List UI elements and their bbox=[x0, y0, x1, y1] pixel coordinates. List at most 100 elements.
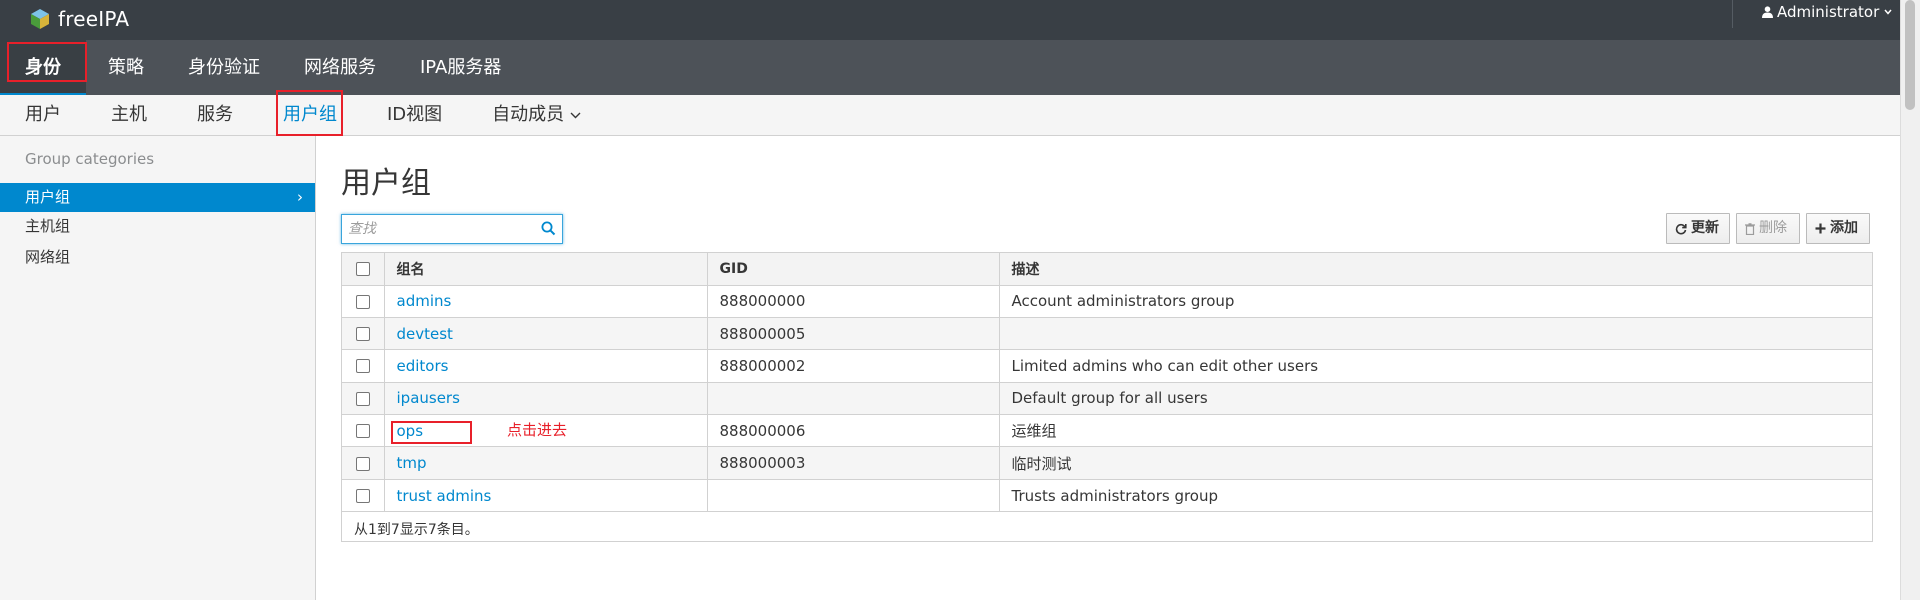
primary-nav-network-services[interactable]: 网络服务 bbox=[282, 40, 398, 95]
user-menu-dropdown[interactable]: Administrator bbox=[1762, 3, 1896, 21]
primary-nav-policy[interactable]: 策略 bbox=[86, 40, 166, 95]
gid-cell bbox=[707, 479, 1000, 513]
primary-nav-authentication[interactable]: 身份验证 bbox=[166, 40, 282, 95]
brand-name: freeIPA bbox=[58, 7, 130, 31]
trash-icon bbox=[1745, 222, 1755, 235]
sidebar-item-label: 主机组 bbox=[25, 217, 71, 235]
table-row: admins 888000000 Account administrators … bbox=[342, 285, 1872, 318]
annotation-click-hint: 点击进去 bbox=[507, 421, 568, 439]
group-link-devtest[interactable]: devtest bbox=[397, 325, 453, 343]
row-checkbox[interactable] bbox=[355, 294, 370, 309]
plus-icon bbox=[1815, 223, 1826, 234]
freeipa-logo-icon bbox=[31, 9, 49, 29]
row-checkbox[interactable] bbox=[355, 424, 370, 439]
chevron-down-icon bbox=[1884, 9, 1892, 15]
table-header-row: 组名 GID 描述 bbox=[342, 253, 1872, 286]
group-name-cell: devtest bbox=[384, 317, 708, 351]
description-cell: 临时测试 bbox=[999, 446, 1872, 480]
gid-cell: 888000005 bbox=[707, 317, 1000, 351]
tab-id-views[interactable]: ID视图 bbox=[362, 95, 467, 135]
group-name-cell: ipausers bbox=[384, 382, 708, 416]
refresh-label: 更新 bbox=[1691, 220, 1719, 236]
search-box bbox=[341, 214, 563, 244]
scrollbar-thumb[interactable] bbox=[1905, 0, 1915, 110]
sidebar-item-label: 网络组 bbox=[25, 248, 71, 266]
row-checkbox-cell bbox=[342, 479, 385, 513]
group-link-trust-admins[interactable]: trust admins bbox=[397, 487, 492, 505]
user-icon bbox=[1762, 6, 1773, 18]
row-checkbox[interactable] bbox=[355, 327, 370, 342]
delete-label: 删除 bbox=[1759, 220, 1787, 236]
row-checkbox[interactable] bbox=[355, 489, 370, 504]
table-row: editors 888000002 Limited admins who can… bbox=[342, 349, 1872, 383]
tab-hosts[interactable]: 主机 bbox=[86, 95, 172, 135]
groups-table: 组名 GID 描述 admins 888000000 Account admin… bbox=[341, 252, 1873, 542]
group-name-cell: tmp bbox=[384, 446, 708, 480]
sidebar-item-host-groups[interactable]: 主机组 bbox=[0, 212, 315, 241]
sidebar-item-user-groups[interactable]: 用户组 › bbox=[0, 183, 315, 212]
description-cell: Account administrators group bbox=[999, 285, 1872, 318]
gid-cell: 888000002 bbox=[707, 349, 1000, 383]
description-cell bbox=[999, 317, 1872, 351]
row-checkbox[interactable] bbox=[355, 359, 370, 374]
group-link-tmp[interactable]: tmp bbox=[397, 454, 427, 472]
refresh-button[interactable]: 更新 bbox=[1666, 213, 1730, 244]
row-checkbox-cell bbox=[342, 414, 385, 448]
refresh-icon bbox=[1675, 223, 1687, 234]
search-icon[interactable] bbox=[541, 221, 556, 236]
tab-automember[interactable]: 自动成员 bbox=[467, 95, 606, 135]
user-name: Administrator bbox=[1777, 3, 1880, 21]
tab-user-groups[interactable]: 用户组 bbox=[258, 95, 362, 135]
tab-services[interactable]: 服务 bbox=[172, 95, 258, 135]
table-row: ipausers Default group for all users bbox=[342, 382, 1872, 416]
description-cell: Limited admins who can edit other users bbox=[999, 349, 1872, 383]
table-row: ops 888000006 运维组 bbox=[342, 414, 1872, 448]
description-cell: Default group for all users bbox=[999, 382, 1872, 416]
row-checkbox-cell bbox=[342, 317, 385, 351]
row-checkbox[interactable] bbox=[355, 391, 370, 406]
group-link-ops[interactable]: ops bbox=[397, 422, 424, 440]
column-header-group-name[interactable]: 组名 bbox=[384, 253, 708, 286]
sidebar-item-net-groups[interactable]: 网络组 bbox=[0, 243, 315, 272]
gid-cell: 888000003 bbox=[707, 446, 1000, 480]
table-row: tmp 888000003 临时测试 bbox=[342, 446, 1872, 480]
gid-cell: 888000000 bbox=[707, 285, 1000, 318]
row-checkbox[interactable] bbox=[355, 456, 370, 471]
secondary-nav: 用户 主机 服务 用户组 ID视图 自动成员 bbox=[0, 95, 1900, 136]
row-checkbox-cell bbox=[342, 382, 385, 416]
tab-users[interactable]: 用户 bbox=[0, 95, 86, 135]
select-all-cell bbox=[342, 253, 385, 286]
sidebar-item-label: 用户组 bbox=[25, 188, 71, 206]
group-link-editors[interactable]: editors bbox=[397, 357, 449, 375]
add-button[interactable]: 添加 bbox=[1806, 213, 1870, 244]
table-row: trust admins Trusts administrators group bbox=[342, 479, 1872, 513]
brand-logo[interactable]: freeIPA bbox=[28, 7, 129, 31]
primary-nav-ipa-server[interactable]: IPA服务器 bbox=[398, 40, 523, 95]
tab-automember-label: 自动成员 bbox=[492, 104, 565, 125]
primary-nav-identity[interactable]: 身份 bbox=[0, 40, 86, 95]
select-all-checkbox[interactable] bbox=[355, 261, 370, 276]
column-header-gid[interactable]: GID bbox=[707, 253, 1000, 286]
column-header-description[interactable]: 描述 bbox=[999, 253, 1872, 286]
group-link-ipausers[interactable]: ipausers bbox=[397, 389, 460, 407]
header-divider bbox=[1732, 0, 1733, 28]
sidebar-heading: Group categories bbox=[25, 150, 155, 168]
group-name-cell: admins bbox=[384, 285, 708, 318]
row-checkbox-cell bbox=[342, 349, 385, 383]
add-label: 添加 bbox=[1830, 220, 1858, 236]
chevron-down-icon bbox=[570, 112, 581, 118]
group-link-admins[interactable]: admins bbox=[397, 292, 452, 310]
group-name-cell: trust admins bbox=[384, 479, 708, 513]
row-checkbox-cell bbox=[342, 285, 385, 318]
primary-nav: 身份 策略 身份验证 网络服务 IPA服务器 bbox=[0, 40, 1900, 95]
description-cell: 运维组 bbox=[999, 414, 1872, 448]
search-input[interactable] bbox=[348, 219, 528, 239]
masthead: freeIPA Administrator bbox=[0, 0, 1900, 40]
gid-cell bbox=[707, 382, 1000, 416]
table-row: devtest 888000005 bbox=[342, 317, 1872, 351]
sidebar: Group categories 用户组 › 主机组 网络组 bbox=[0, 136, 316, 600]
table-pagination-summary: 从1到7显示7条目。 bbox=[354, 522, 479, 538]
row-checkbox-cell bbox=[342, 446, 385, 480]
delete-button[interactable]: 删除 bbox=[1736, 213, 1800, 244]
description-cell: Trusts administrators group bbox=[999, 479, 1872, 513]
